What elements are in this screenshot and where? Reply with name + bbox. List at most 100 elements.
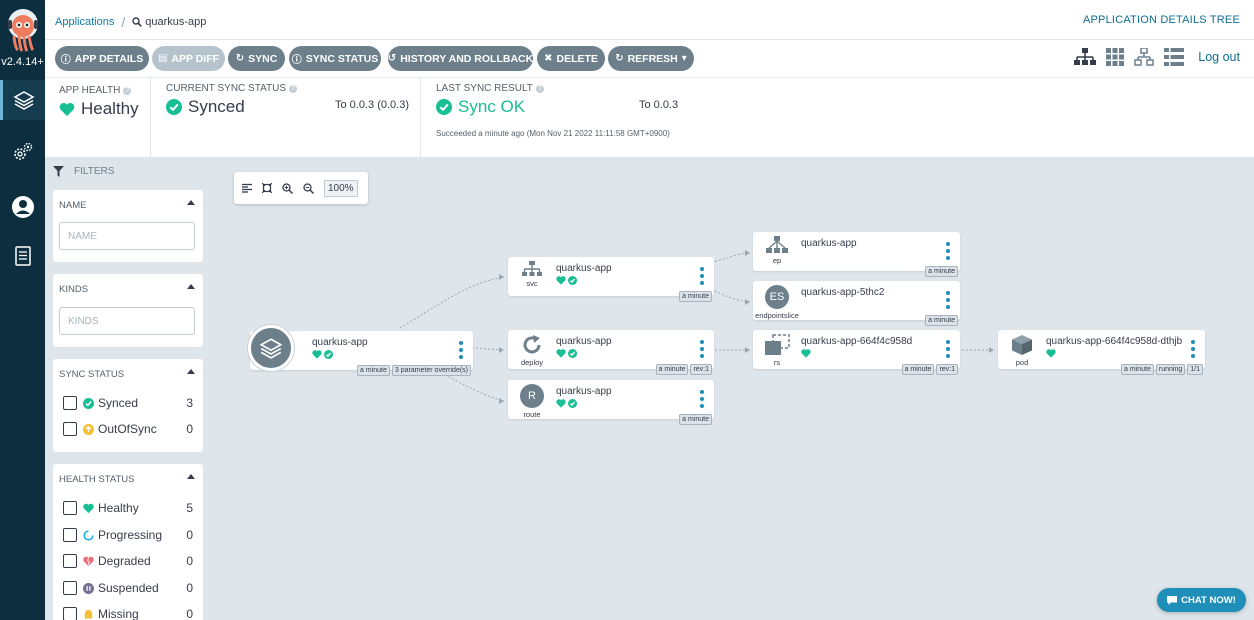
filter-synced-row[interactable]: Synced 3	[63, 394, 193, 412]
delete-label: DELETE	[556, 52, 598, 65]
svc-node[interactable]: svc quarkus-app a minute	[508, 257, 714, 302]
file-icon: ▤	[157, 53, 168, 64]
collapse-caret-icon[interactable]	[187, 200, 195, 205]
app-health-block[interactable]: APP HEALTH? Healthy	[59, 85, 139, 165]
check-circle-icon	[436, 99, 452, 115]
node-menu-icon[interactable]	[700, 267, 704, 285]
heart-icon	[801, 349, 811, 358]
history-rollback-button[interactable]: ↺ HISTORY AND ROLLBACK	[388, 46, 533, 71]
name-filter-card: NAME NAME	[53, 190, 203, 262]
delete-button[interactable]: ✖ DELETE	[537, 46, 605, 71]
heart-icon	[556, 349, 566, 358]
edge-app-svc	[399, 276, 505, 329]
node-icon: deploy	[514, 334, 550, 370]
node-menu-icon[interactable]	[700, 390, 704, 408]
node-menu-icon[interactable]	[459, 341, 463, 359]
last-sync-block[interactable]: LAST SYNC RESULT? Sync OK	[436, 83, 544, 163]
endpointslice-node[interactable]: ES endpointslice quarkus-app-5thc2 a min…	[753, 281, 960, 326]
node-kind: endpointslice	[755, 311, 799, 320]
filter-count: 0	[186, 422, 193, 436]
node-status	[1046, 349, 1056, 358]
arrow-circle-up-icon	[83, 423, 94, 435]
replicaset-node[interactable]: rs quarkus-app-664f4c958d a minute rev:1	[753, 330, 960, 375]
filter-label: Degraded	[98, 554, 151, 568]
node-menu-icon[interactable]	[700, 340, 704, 358]
ep-node[interactable]: ep quarkus-app a minute	[753, 232, 960, 277]
align-left-icon[interactable]	[242, 183, 252, 193]
node-tags: a minute	[679, 414, 712, 425]
node-icon: ES endpointslice	[755, 285, 799, 321]
refresh-button[interactable]: ↻ REFRESH ▾	[608, 46, 694, 71]
deploy-node[interactable]: deploy quarkus-app a minute rev:1	[508, 330, 714, 375]
filter-count: 0	[186, 554, 193, 568]
nav-user-info[interactable]	[0, 187, 45, 227]
help-icon: ?	[535, 84, 544, 93]
user-icon	[11, 196, 34, 218]
sync-status-button[interactable]: ⓘ SYNC STATUS	[289, 46, 381, 71]
chat-now-button[interactable]: CHAT NOW!	[1157, 588, 1246, 612]
sync-button[interactable]: ↻ SYNC	[228, 46, 285, 71]
name-filter-input[interactable]: NAME	[59, 222, 195, 250]
current-sync-label: CURRENT SYNC STATUS	[166, 83, 287, 94]
zoom-level[interactable]: 100%	[324, 179, 358, 197]
filter-healthy-row[interactable]: Healthy 5	[63, 499, 193, 517]
ghost-icon	[84, 609, 93, 619]
collapse-caret-icon[interactable]	[187, 369, 195, 374]
argo-logo-icon[interactable]	[6, 8, 40, 52]
filter-outofsync-row[interactable]: OutOfSync 0	[63, 420, 193, 438]
caret-down-icon: ▾	[681, 53, 687, 64]
checkbox[interactable]	[63, 554, 77, 568]
spinner-icon	[83, 529, 94, 541]
filter-count: 0	[186, 528, 193, 542]
app-diff-button[interactable]: ▤ APP DIFF	[152, 46, 225, 71]
node-menu-icon[interactable]	[946, 340, 950, 358]
network-view-icon[interactable]	[1134, 48, 1155, 66]
chat-now-label: CHAT NOW!	[1181, 594, 1236, 606]
current-sync-block[interactable]: CURRENT SYNC STATUS? Synced	[166, 83, 298, 163]
kinds-filter-input[interactable]: KINDS	[59, 307, 195, 335]
node-tag: a minute	[655, 364, 689, 375]
nav-settings[interactable]	[0, 132, 45, 172]
nav-applications[interactable]	[0, 80, 45, 120]
checkbox[interactable]	[63, 422, 77, 436]
app-node[interactable]: quarkus-app a minute 3 parameter overrid…	[248, 325, 473, 376]
node-status	[556, 349, 577, 358]
nav-documentation[interactable]	[0, 236, 45, 276]
pod-node[interactable]: pod quarkus-app-664f4c958d-dthjb a minut…	[998, 330, 1205, 375]
tree-view-icon[interactable]	[1074, 48, 1097, 66]
help-icon: ?	[289, 84, 298, 93]
checkbox[interactable]	[63, 396, 77, 410]
zoom-in-icon[interactable]	[282, 182, 293, 194]
node-icon: ep	[759, 236, 795, 272]
filter-degraded-row[interactable]: Degraded 0	[63, 552, 193, 570]
fit-screen-icon[interactable]	[262, 183, 272, 193]
node-menu-icon[interactable]	[1191, 340, 1195, 358]
cube-icon	[1012, 335, 1032, 355]
list-view-icon[interactable]	[1164, 48, 1185, 66]
node-tags: a minute	[679, 291, 712, 302]
checkbox[interactable]	[63, 501, 77, 515]
filter-suspended-row[interactable]: Suspended 0	[63, 579, 193, 597]
node-tag: 3 parameter override(s)	[391, 365, 471, 376]
check-circle-icon	[568, 349, 577, 358]
node-status	[556, 276, 577, 285]
checkbox[interactable]	[63, 581, 77, 595]
zoom-out-icon[interactable]	[303, 182, 314, 194]
last-sync-detail: Succeeded a minute ago (Mon Nov 21 2022 …	[436, 129, 670, 138]
node-tag: a minute	[1121, 364, 1154, 375]
checkbox[interactable]	[63, 528, 77, 542]
collapse-caret-icon[interactable]	[187, 284, 195, 289]
filter-progressing-row[interactable]: Progressing 0	[63, 526, 193, 544]
pods-view-icon[interactable]	[1106, 48, 1125, 66]
app-details-button[interactable]: ⓘ APP DETAILS	[55, 46, 149, 71]
logout-link[interactable]: Log out	[1198, 50, 1240, 64]
node-menu-icon[interactable]	[946, 242, 950, 260]
node-tag: a minute	[925, 266, 958, 277]
collapse-caret-icon[interactable]	[187, 474, 195, 479]
node-menu-icon[interactable]	[946, 291, 950, 309]
breadcrumb-current[interactable]: quarkus-app	[132, 16, 206, 28]
filter-missing-row[interactable]: Missing 0	[63, 605, 193, 620]
breadcrumb-applications-link[interactable]: Applications	[55, 16, 114, 28]
checkbox[interactable]	[63, 607, 77, 620]
route-node[interactable]: R route quarkus-app a minute	[508, 380, 714, 425]
